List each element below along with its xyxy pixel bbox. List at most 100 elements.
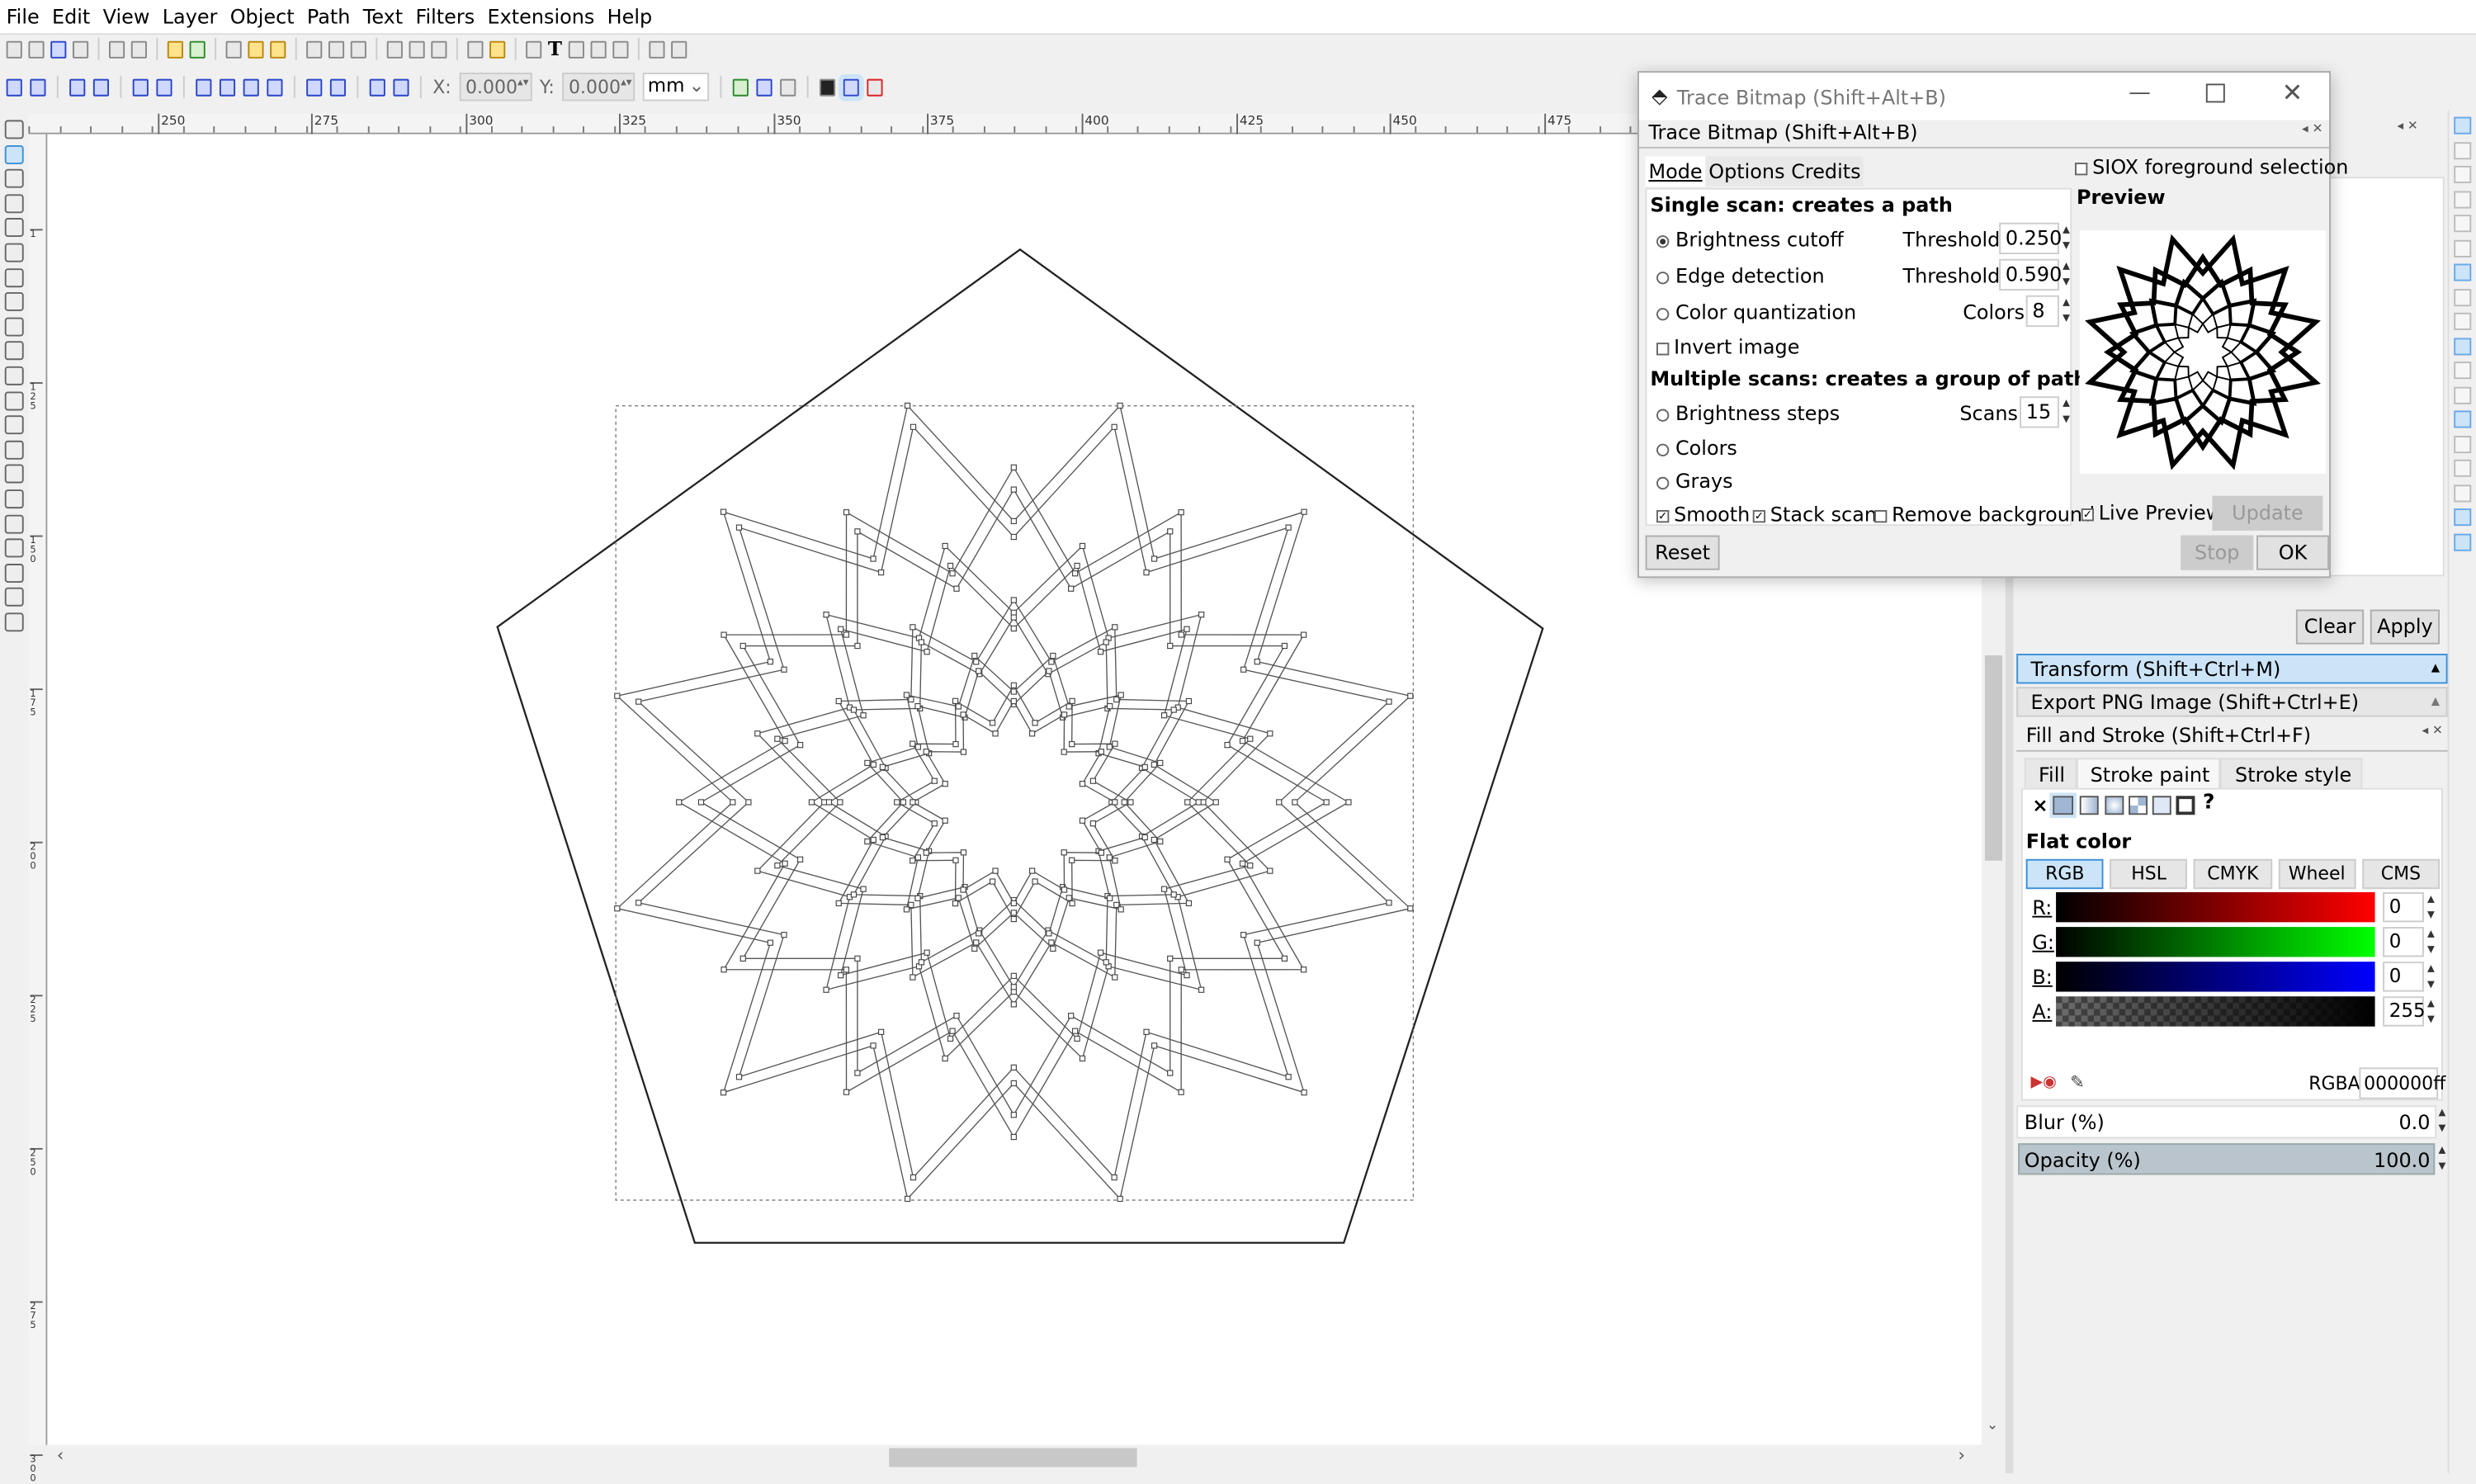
path-node[interactable]	[823, 986, 829, 993]
path-node[interactable]	[1061, 711, 1068, 718]
path-node[interactable]	[904, 402, 911, 409]
snap-toggle-icon[interactable]	[2454, 116, 2472, 135]
path-node[interactable]	[1107, 702, 1113, 710]
tab-stroke-style[interactable]: Stroke style	[2220, 758, 2363, 790]
text-tool-icon[interactable]	[4, 440, 24, 460]
path-node[interactable]	[1184, 972, 1190, 979]
layers-icon[interactable]	[568, 40, 584, 58]
spin-arrows-icon[interactable]: ▲ ▼	[2061, 223, 2072, 254]
path-node[interactable]	[1066, 703, 1072, 710]
path-node[interactable]	[1121, 799, 1127, 806]
show-handles-toggle-icon[interactable]	[839, 73, 864, 101]
path-node[interactable]	[1178, 1089, 1184, 1095]
maximize-icon[interactable]	[2205, 83, 2225, 103]
snap-toggle-icon[interactable]	[2454, 263, 2472, 281]
snap-toggle-icon[interactable]	[2454, 508, 2472, 527]
path-node[interactable]	[1143, 569, 1150, 576]
update-button[interactable]: Update	[2212, 495, 2323, 531]
new-document-icon[interactable]	[6, 40, 22, 58]
text-font-icon[interactable]: T	[548, 38, 562, 60]
path-node[interactable]	[1301, 1089, 1307, 1096]
channel-r-input[interactable]: 0	[2383, 891, 2424, 923]
path-node[interactable]	[1074, 1035, 1080, 1042]
path-node[interactable]	[1069, 857, 1075, 863]
path-node[interactable]	[1240, 666, 1247, 673]
path-node[interactable]	[900, 799, 907, 806]
collapse-icon[interactable]: ▲	[2431, 688, 2440, 716]
tab-mode[interactable]: Mode	[1645, 156, 1706, 187]
3d-box-tool-icon[interactable]	[4, 267, 24, 287]
color-mode-tab-wheel[interactable]: Wheel	[2278, 858, 2356, 890]
path-node[interactable]	[1276, 799, 1283, 806]
connector-tool-icon[interactable]	[4, 612, 24, 632]
apply-button[interactable]: Apply	[2370, 609, 2441, 645]
path-node[interactable]	[1112, 799, 1118, 806]
spin-arrows-icon[interactable]: ▲ ▼	[2426, 962, 2436, 991]
path-node[interactable]	[1010, 614, 1017, 621]
brightness-cutoff-radio[interactable]: Brightness cutoff	[1656, 228, 1844, 251]
path-node[interactable]	[739, 955, 746, 962]
panel-controls-icon[interactable]: ◂ ✕	[2397, 118, 2417, 132]
horizontal-scroll-thumb[interactable]	[889, 1448, 1137, 1467]
undo-icon[interactable]	[167, 40, 183, 58]
path-node[interactable]	[914, 702, 921, 710]
path-node[interactable]	[1071, 1028, 1079, 1034]
calligraphy-tool-icon[interactable]	[4, 415, 24, 435]
path-node[interactable]	[781, 932, 787, 938]
path-node[interactable]	[1010, 697, 1017, 705]
path-node[interactable]	[1281, 955, 1288, 962]
snap-toggle-icon[interactable]	[2454, 190, 2472, 208]
node-smooth-icon[interactable]	[219, 78, 236, 96]
path-node[interactable]	[923, 749, 929, 755]
node-cusp-icon[interactable]	[196, 78, 212, 96]
snap-toggle-icon[interactable]	[2454, 362, 2472, 380]
minimize-icon[interactable]: —	[2129, 81, 2151, 106]
path-node[interactable]	[860, 886, 867, 892]
path-node[interactable]	[1112, 624, 1118, 631]
channel-a-input[interactable]: 255	[2383, 996, 2426, 1027]
path-node[interactable]	[1239, 738, 1246, 744]
path-node[interactable]	[1010, 688, 1017, 695]
path-node[interactable]	[1089, 777, 1097, 784]
path-node[interactable]	[854, 642, 861, 650]
path-node[interactable]	[1118, 692, 1124, 698]
pentagon-shape[interactable]	[496, 248, 1544, 1244]
path-node[interactable]	[1170, 707, 1177, 713]
path-node[interactable]	[767, 659, 774, 665]
path-node[interactable]	[1032, 878, 1038, 885]
path-node[interactable]	[914, 895, 921, 901]
path-node[interactable]	[1048, 939, 1055, 946]
bucket-tool-icon[interactable]	[4, 513, 24, 533]
path-node[interactable]	[1151, 761, 1157, 768]
group-icon[interactable]	[467, 40, 484, 58]
brightness-steps-radio[interactable]: Brightness steps	[1656, 401, 1840, 425]
path-node[interactable]	[952, 857, 959, 863]
path-node[interactable]	[721, 631, 727, 638]
path-node[interactable]	[1198, 986, 1205, 993]
path-node[interactable]	[730, 799, 736, 806]
path-node[interactable]	[870, 1042, 877, 1049]
path-node[interactable]	[614, 905, 621, 912]
vertical-scroll-thumb[interactable]	[1984, 655, 2003, 861]
path-node[interactable]	[1071, 570, 1079, 577]
scans-input[interactable]: 15	[2020, 396, 2059, 428]
panel-controls-icon[interactable]: ◂ ✕	[2422, 723, 2442, 737]
path-node[interactable]	[904, 1195, 911, 1203]
path-node[interactable]	[1224, 856, 1231, 863]
scroll-right-icon[interactable]: ›	[1958, 1445, 1964, 1466]
zoom-page-icon[interactable]	[350, 40, 366, 58]
ellipse-tool-icon[interactable]	[4, 292, 24, 312]
scroll-down-icon[interactable]: ⌄	[1987, 1418, 1998, 1434]
path-node[interactable]	[910, 799, 916, 806]
scroll-left-icon[interactable]: ‹	[57, 1445, 64, 1466]
path-node[interactable]	[1118, 906, 1124, 913]
path-node[interactable]	[1010, 1001, 1017, 1008]
break-path-icon[interactable]	[92, 78, 110, 96]
path-node[interactable]	[1098, 849, 1104, 856]
path-node[interactable]	[1167, 642, 1174, 650]
tab-stroke-paint[interactable]: Stroke paint	[2076, 758, 2221, 790]
traced-star-path[interactable]	[614, 402, 1414, 1203]
fill-stroke-icon[interactable]	[526, 40, 542, 58]
linear-gradient-icon[interactable]	[2079, 796, 2099, 815]
channel-g-input[interactable]: 0	[2383, 927, 2424, 957]
